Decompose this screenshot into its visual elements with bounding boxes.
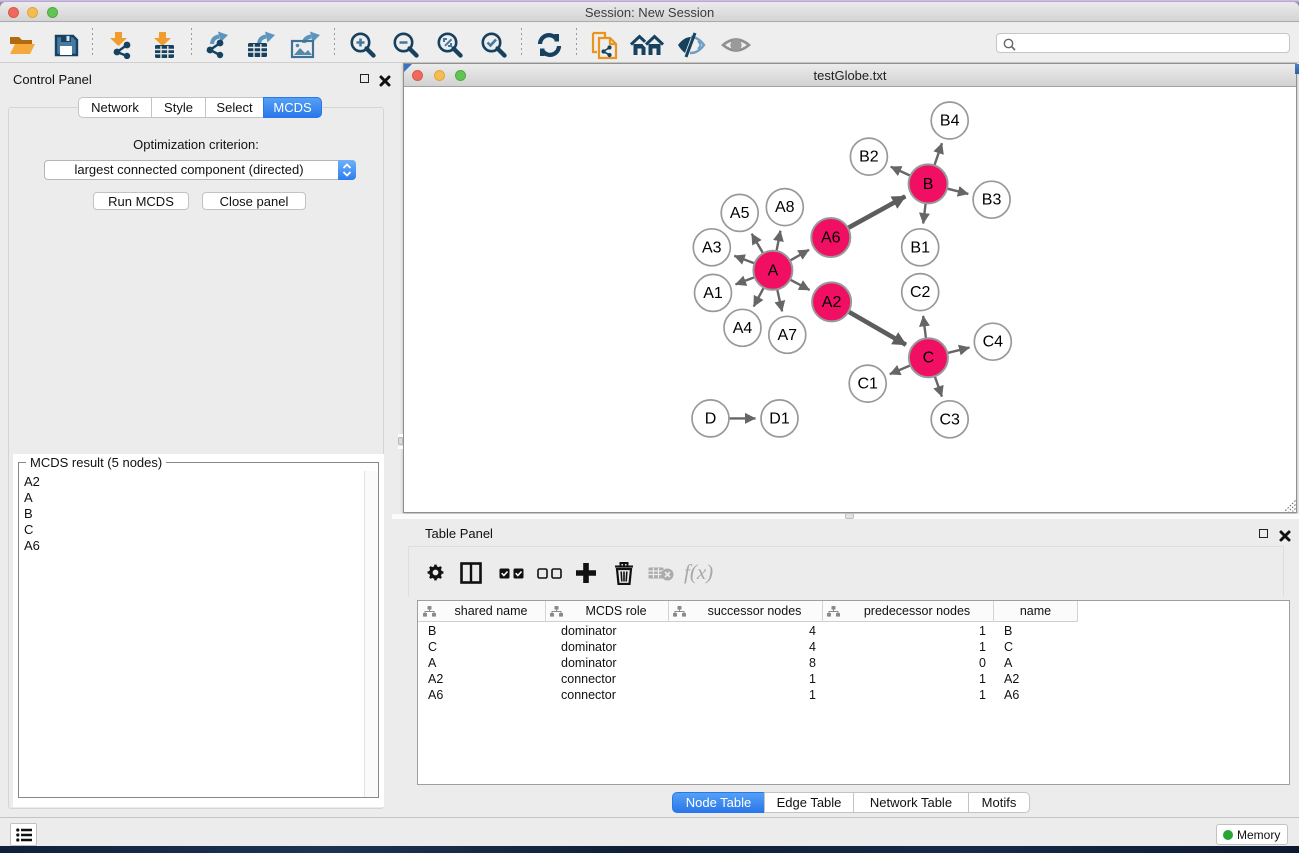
svg-text:B: B bbox=[923, 176, 934, 193]
svg-text:A5: A5 bbox=[730, 205, 750, 222]
svg-text:D: D bbox=[705, 410, 717, 427]
svg-text:B4: B4 bbox=[940, 113, 960, 130]
svg-text:A1: A1 bbox=[703, 285, 723, 302]
svg-text:C4: C4 bbox=[983, 334, 1004, 351]
svg-text:B3: B3 bbox=[982, 192, 1002, 209]
svg-text:A6: A6 bbox=[821, 230, 841, 247]
svg-text:A8: A8 bbox=[775, 199, 795, 216]
svg-text:C3: C3 bbox=[939, 411, 960, 428]
svg-text:B1: B1 bbox=[910, 239, 930, 256]
svg-text:B2: B2 bbox=[859, 149, 879, 166]
svg-text:A7: A7 bbox=[778, 327, 798, 344]
svg-text:A2: A2 bbox=[822, 294, 842, 311]
svg-text:C2: C2 bbox=[910, 284, 931, 301]
svg-text:A: A bbox=[768, 262, 779, 279]
svg-text:C: C bbox=[923, 350, 935, 367]
svg-text:C1: C1 bbox=[857, 376, 878, 393]
svg-text:A4: A4 bbox=[733, 320, 753, 337]
svg-text:A3: A3 bbox=[702, 239, 722, 256]
svg-text:D1: D1 bbox=[769, 410, 790, 427]
